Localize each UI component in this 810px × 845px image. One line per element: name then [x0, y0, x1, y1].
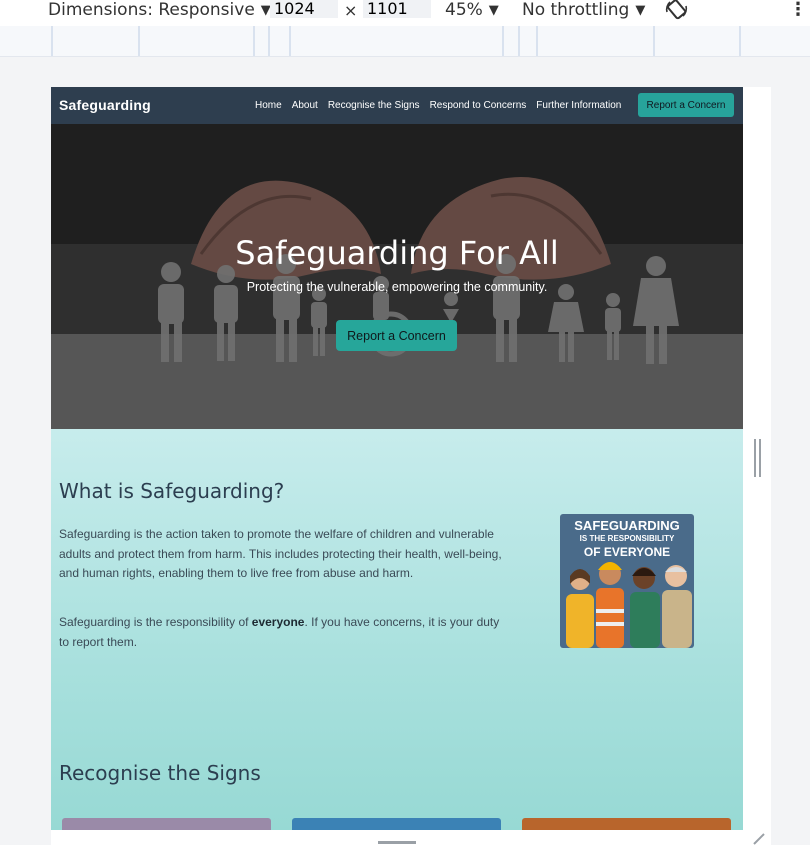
hero-report-button[interactable]: Report a Concern: [336, 320, 457, 351]
sign-card-1[interactable]: [62, 818, 271, 830]
resize-handle-right[interactable]: [743, 87, 771, 830]
nav-link-recognise[interactable]: Recognise the Signs: [328, 100, 420, 111]
signs-heading: Recognise the Signs: [59, 761, 261, 785]
throttling-dropdown[interactable]: No throttling ▼: [522, 0, 645, 20]
dimensions-dropdown[interactable]: Dimensions: Responsive ▼: [48, 0, 271, 20]
about-section: What is Safeguarding? Safeguarding is th…: [51, 429, 743, 830]
sign-card-3[interactable]: [522, 818, 731, 830]
about-paragraph-2: Safeguarding is the responsibility of ev…: [59, 613, 504, 652]
dimensions-label: Dimensions: Responsive: [48, 0, 255, 20]
height-input[interactable]: [363, 0, 431, 18]
more-options-icon[interactable]: ⋮: [789, 0, 807, 20]
width-input[interactable]: [270, 0, 338, 18]
nav-links: Home About Recognise the Signs Respond t…: [255, 100, 621, 111]
about-paragraph-1: Safeguarding is the action taken to prom…: [59, 527, 502, 580]
nav-link-about[interactable]: About: [292, 100, 318, 111]
para2-text-start: Safeguarding is the responsibility of: [59, 615, 252, 629]
grip-icon: [378, 841, 416, 844]
brand-logo[interactable]: Safeguarding: [59, 97, 151, 113]
zoom-dropdown[interactable]: 45% ▼: [445, 0, 499, 20]
nav-link-home[interactable]: Home: [255, 100, 282, 111]
para2-emphasis: everyone: [251, 615, 305, 629]
hero-title: Safeguarding For All: [235, 234, 559, 272]
responsibility-poster-image: SAFEGUARDING IS THE RESPONSIBILITY OF EV…: [560, 514, 694, 648]
nav-link-further-info[interactable]: Further Information: [536, 100, 621, 111]
times-icon: ×: [344, 1, 358, 20]
devtools-toolbar: Dimensions: Responsive ▼ × 45% ▼ No thro…: [0, 0, 810, 26]
resize-handle-bottom[interactable]: [51, 830, 771, 845]
emulated-page: Safeguarding Home About Recognise the Si…: [51, 87, 743, 830]
nav-link-respond[interactable]: Respond to Concerns: [430, 100, 527, 111]
hero-section: Safeguarding For All Protecting the vuln…: [51, 124, 743, 429]
poster-people-illustration: [566, 562, 692, 648]
resize-corner-icon[interactable]: [752, 833, 766, 845]
hero-background-image: [51, 124, 743, 429]
grip-icon: [754, 439, 756, 477]
media-query-ruler: [0, 26, 810, 57]
nav-report-button[interactable]: Report a Concern: [638, 93, 734, 117]
navbar: Safeguarding Home About Recognise the Si…: [51, 87, 743, 124]
zoom-label: 45%: [445, 0, 483, 20]
hero-subtitle: Protecting the vulnerable, empowering th…: [246, 280, 548, 294]
chevron-down-icon: ▼: [635, 2, 646, 18]
chevron-down-icon: ▼: [488, 2, 499, 18]
about-heading: What is Safeguarding?: [59, 479, 285, 503]
throttling-label: No throttling: [522, 0, 630, 20]
sign-card-2[interactable]: [292, 818, 501, 830]
rotate-icon[interactable]: [664, 0, 690, 25]
